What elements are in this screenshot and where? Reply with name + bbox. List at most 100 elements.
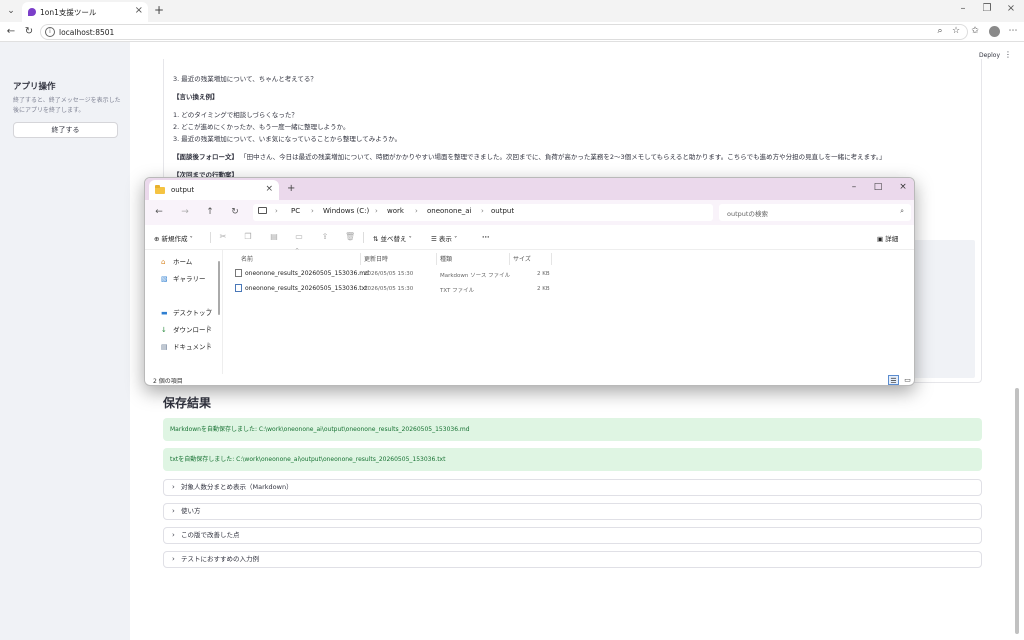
refresh-icon[interactable]: ↻ (229, 207, 241, 217)
rephrase-item: 3. 最近の残業増加について、いま気になっていることから整理してみようか。 (173, 135, 402, 143)
folder-icon (155, 185, 165, 194)
file-modified: 2026/05/05 15:30 (364, 286, 414, 292)
browser-address-bar: ← ↻ i localhost:8501 ⌕ ☆ ✩ ⋯ (0, 22, 1024, 42)
file-size: 2 KB (537, 271, 550, 277)
chevron-down-icon: ˅ (453, 235, 458, 243)
breadcrumb-pc[interactable]: PC (291, 207, 300, 215)
close-tab-icon[interactable]: × (135, 5, 143, 16)
back-icon[interactable]: ← (153, 207, 165, 217)
nav-item-gallery[interactable]: ▧ ギャラリー (161, 273, 206, 283)
sort-caret-icon: ^ (295, 248, 300, 254)
file-type: TXT ファイル (440, 288, 475, 294)
maximize-icon[interactable]: □ (871, 182, 885, 192)
breadcrumb-separator: › (415, 207, 418, 215)
sort-icon: ⇅ (373, 235, 379, 243)
column-header-modified[interactable]: 更新日時 (364, 254, 388, 263)
view-button[interactable]: ☰ 表示 ˅ (431, 233, 457, 243)
bookmark-star-icon[interactable]: ☆ (950, 26, 962, 36)
view-list-icon: ☰ (431, 235, 437, 243)
up-icon[interactable]: ↑ (204, 207, 216, 217)
explorer-toolbar: ⊕ 新規作成 ˅ ✂ ❐ ▤ ▭ ⇪ 🗑 ⇅ 並べ替え ˅ ☰ 表示 ˅ ···… (145, 225, 914, 250)
nav-pane-scrollbar[interactable] (218, 261, 220, 315)
rephrase-item: 1. どのタイミングで相談しづらくなった？ (173, 111, 298, 119)
rename-icon[interactable]: ▭ (294, 232, 304, 241)
content-line: 3. 最近の残業増加について、ちゃんと考えてる？ (173, 75, 317, 83)
expander-usage[interactable]: › 使い方 (163, 503, 982, 520)
paste-icon[interactable]: ▤ (269, 232, 279, 241)
app-menu-icon[interactable]: ⋮ (1004, 50, 1012, 59)
deploy-button[interactable]: Deploy (979, 52, 1000, 59)
breadcrumb-drive[interactable]: Windows (C:) (323, 207, 369, 215)
address-path[interactable]: › PC › Windows (C:) › work › oneonone_ai… (253, 204, 713, 221)
tiles-view-icon[interactable]: ▭ (902, 375, 913, 385)
minimize-icon[interactable]: – (956, 3, 970, 14)
explorer-search-input[interactable]: outputの検索 ⌕ (719, 204, 911, 221)
url-input[interactable]: i localhost:8501 (40, 24, 968, 40)
details-pane-button[interactable]: ▣ 詳細 (877, 233, 898, 243)
explorer-title-bar: output × + – □ × (145, 178, 914, 200)
rephrase-item: 2. どこが進めにくかったか、もう一度一緒に整理しようか。 (173, 123, 350, 131)
more-options-button[interactable]: ··· (482, 233, 489, 241)
new-tab-icon[interactable]: + (154, 3, 164, 17)
zoom-icon[interactable]: ⌕ (934, 26, 946, 36)
minimize-icon[interactable]: – (847, 182, 861, 192)
column-header-size[interactable]: サイズ (513, 254, 531, 263)
chevron-right-icon: › (172, 507, 175, 515)
expander-improvements[interactable]: › この版で改善した点 (163, 527, 982, 544)
nav-item-downloads[interactable]: ↓ ダウンロード (161, 324, 212, 334)
new-button[interactable]: ⊕ 新規作成 ˅ (154, 233, 193, 243)
browser-tab[interactable]: 1on1支援ツール × (22, 2, 148, 22)
share-icon[interactable]: ⇪ (320, 232, 330, 241)
breadcrumb-output[interactable]: output (491, 207, 514, 215)
forward-icon[interactable]: → (179, 207, 191, 217)
column-header-name[interactable]: 名前 (241, 254, 253, 263)
delete-icon[interactable]: 🗑 (345, 232, 355, 241)
explorer-tab[interactable]: output × (149, 180, 279, 200)
close-window-icon[interactable]: × (1004, 3, 1018, 14)
site-info-icon[interactable]: i (45, 27, 55, 37)
search-icon: ⌕ (900, 207, 904, 215)
explorer-nav-bar: ← → ↑ ↻ › PC › Windows (C:) › work › one… (145, 200, 914, 225)
cut-icon[interactable]: ✂ (218, 232, 228, 241)
close-window-icon[interactable]: × (896, 182, 910, 192)
file-name: oneonone_results_20260505_153036.md (245, 270, 369, 277)
copy-icon[interactable]: ❐ (243, 232, 253, 241)
sort-button[interactable]: ⇅ 並べ替え ˅ (373, 233, 412, 243)
markdown-file-icon (235, 269, 242, 277)
expander-summary-markdown[interactable]: › 対象人数分まとめ表示（Markdown） (163, 479, 982, 496)
favorites-icon[interactable]: ✩ (969, 26, 981, 36)
exit-app-button[interactable]: 終了する (13, 122, 118, 138)
restore-icon[interactable]: ❐ (980, 3, 994, 14)
column-header-type[interactable]: 種類 (440, 254, 452, 263)
sidebar-description: 終了すると、終了メッセージを表示した後にアプリを終了します。 (13, 97, 121, 114)
followup-label: 【面談後フォロー文】 (173, 153, 238, 161)
expander-test-input[interactable]: › テストにおすすめの入力例 (163, 551, 982, 568)
navigation-pane: ⌂ ホーム ▧ ギャラリー ▬ デスクトップ ✎ ↓ ダウンロード ✎ ▤ ドキュメント … (145, 250, 223, 374)
sidebar: アプリ操作 終了すると、終了メッセージを表示した後にアプリを終了します。 終了す… (0, 42, 130, 640)
column-divider (436, 253, 437, 265)
tab-list-icon[interactable]: ⌄ (4, 4, 18, 18)
details-view-icon[interactable]: ☰ (888, 375, 899, 385)
profile-avatar[interactable] (989, 26, 1000, 37)
text-file-icon (235, 284, 242, 292)
followup-line: 【面談後フォロー文】 「田中さん、今日は最近の残業増加について、時間がかかりやす… (173, 151, 886, 161)
app-favicon-icon (28, 8, 36, 16)
close-tab-icon[interactable]: × (265, 184, 273, 194)
md-saved-message: Markdownを自動保存しました: C:\work\oneonone_ai\o… (163, 418, 982, 441)
breadcrumb-work[interactable]: work (387, 207, 404, 215)
toolbar-divider (363, 232, 364, 243)
page-scrollbar[interactable] (1015, 388, 1019, 634)
nav-item-documents[interactable]: ▤ ドキュメント (161, 341, 212, 351)
more-menu-icon[interactable]: ⋯ (1007, 26, 1019, 36)
nav-item-home[interactable]: ⌂ ホーム (161, 256, 192, 266)
chevron-down-icon: ˅ (189, 235, 193, 243)
nav-item-desktop[interactable]: ▬ デスクトップ (161, 307, 212, 317)
new-tab-icon[interactable]: + (287, 183, 295, 194)
breadcrumb-oneonone-ai[interactable]: oneonone_ai (427, 207, 472, 215)
rephrase-heading: 【言い換え例】 (173, 93, 219, 101)
chevron-right-icon: › (172, 483, 175, 491)
breadcrumb-separator: › (481, 207, 484, 215)
back-icon[interactable]: ← (5, 26, 17, 37)
reload-icon[interactable]: ↻ (23, 26, 35, 37)
column-divider (551, 253, 552, 265)
